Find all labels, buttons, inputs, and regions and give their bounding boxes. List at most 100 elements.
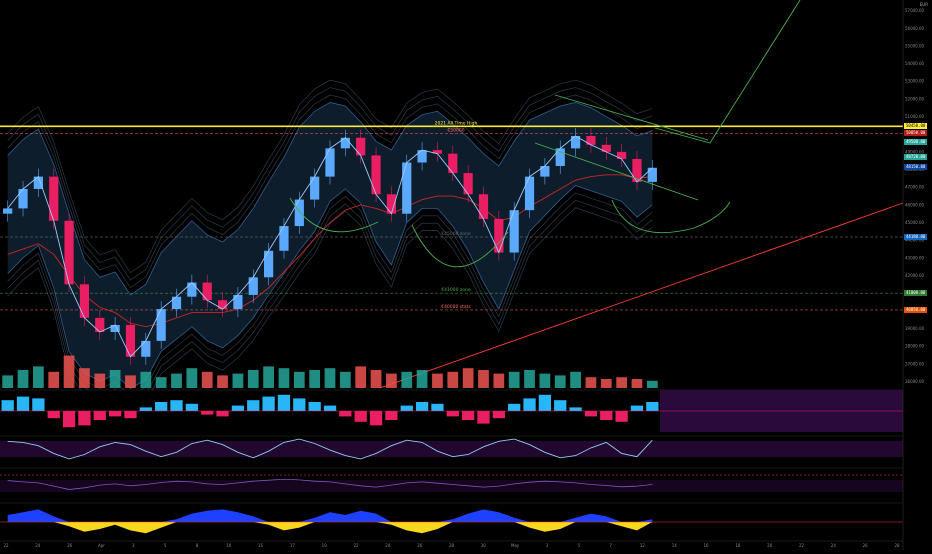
x-tick-label: 26 — [863, 543, 869, 548]
rsi-panel-shade — [0, 480, 903, 492]
candle-body — [540, 166, 550, 177]
volume-bar — [478, 370, 489, 388]
candle-body — [463, 173, 473, 195]
symbol-label: EUR — [919, 2, 928, 7]
volume-bar — [386, 373, 397, 388]
x-tick-label: 22 — [799, 543, 805, 548]
y-tick-label: 51000.00 — [905, 114, 925, 119]
price-badge: 41000.00 — [904, 290, 928, 297]
x-tick-label: 10 — [226, 543, 232, 548]
volume-bar — [263, 366, 274, 388]
macd-hist-bar — [62, 411, 76, 428]
candle-body — [356, 137, 366, 156]
volume-bar — [370, 370, 382, 388]
level-label-2: €45000 zone — [441, 231, 471, 237]
x-tick-label: 24 — [385, 543, 391, 548]
macd-hist-bar — [492, 411, 505, 419]
candle-body — [171, 296, 182, 310]
price-badge: 50050.00 — [904, 130, 928, 137]
y-tick-label: 45000.00 — [905, 220, 925, 225]
macd-hist-bar — [477, 411, 490, 424]
macd-hist-bar — [78, 411, 91, 426]
x-tick-label: 26 — [417, 543, 423, 548]
x-tick-label: 17 — [290, 543, 296, 548]
volume-bar — [585, 377, 597, 388]
price-badge: 48720.00 — [904, 154, 928, 161]
volume-bar — [48, 371, 60, 388]
volume-bar — [94, 373, 106, 388]
volume-bar — [324, 368, 336, 388]
x-tick-label: 20 — [767, 543, 773, 548]
y-tick-label: 55000.00 — [905, 43, 925, 48]
candle-body — [3, 208, 13, 214]
y-tick-label: 39000.00 — [905, 326, 925, 331]
x-tick-label: 24 — [35, 543, 41, 548]
macd-hist-bar — [124, 411, 137, 419]
candle-body — [494, 218, 504, 253]
volume-bar — [2, 375, 14, 388]
price-badge: 49500.00 — [904, 139, 928, 146]
chart-svg[interactable]: 2021 All Time High€50000 €45000 zone €4100… — [0, 0, 932, 550]
y-tick-label: 36000.00 — [905, 379, 925, 384]
macd-hist-bar — [170, 400, 183, 411]
macd-hist-bar — [339, 411, 352, 417]
macd-hist-bar — [554, 400, 567, 411]
x-tick-label: 18 — [735, 543, 741, 548]
macd-hist-bar — [93, 411, 106, 420]
candle-body — [402, 162, 412, 214]
volume-bar — [186, 368, 198, 388]
volume-bar — [646, 380, 658, 388]
macd-hist-bar — [538, 394, 552, 411]
volume-bar — [63, 355, 75, 388]
volume-bar — [416, 370, 428, 388]
macd-hist-bar — [32, 398, 45, 411]
volume-bar — [401, 371, 413, 388]
y-tick-label: 54000.00 — [905, 61, 925, 66]
macd-hist-bar — [600, 411, 613, 420]
y-tick-label: 37000.00 — [905, 361, 925, 366]
price-badge: 44180.00 — [904, 234, 928, 240]
candle-body — [417, 150, 427, 163]
macd-hist-bar — [108, 411, 122, 417]
x-tick-label: 8 — [196, 543, 199, 548]
macd-hist-bar — [323, 405, 337, 411]
candle-body — [294, 199, 304, 227]
oscillator-panel-shade — [0, 441, 903, 457]
volume-bar — [447, 371, 459, 388]
volume-bar — [155, 377, 167, 388]
macd-hist-bar — [508, 403, 521, 411]
x-tick-label: 3 — [546, 543, 549, 548]
top-right-readout: EUR — [920, 2, 928, 7]
volume-bar — [600, 379, 612, 388]
chart-root[interactable]: 2021 All Time High €50000 €45000 zone €4100… — [0, 0, 932, 550]
y-tick-label: 46000.00 — [905, 202, 925, 207]
volume-bar — [293, 371, 305, 388]
macd-hist-bar — [185, 403, 198, 411]
volume-bar — [554, 375, 566, 388]
volume-bar — [171, 373, 182, 388]
volume-bar — [493, 373, 505, 388]
candle-body — [586, 135, 596, 145]
candle-body — [141, 340, 151, 357]
projection-arrow — [654, 0, 801, 144]
x-tick-label: 5 — [164, 543, 167, 548]
macd-hist-bar — [1, 400, 14, 411]
volume-bar — [217, 375, 228, 388]
candle-body — [264, 250, 274, 278]
x-tick-label: 28 — [449, 543, 455, 548]
volume-bar — [33, 366, 44, 388]
macd-hist-bar — [247, 400, 260, 411]
level-label-3: €41000 zone — [441, 287, 471, 293]
volume-bar — [125, 375, 136, 388]
x-tick-label: 12 — [640, 543, 646, 548]
macd-hist-bar — [630, 405, 644, 411]
volume-bar — [79, 368, 90, 388]
x-tick-label: 5 — [578, 543, 581, 548]
candle-body — [279, 226, 289, 251]
level-label-1: €50000 — [447, 127, 464, 133]
macd-hist-bar — [523, 398, 536, 411]
x-tick-label: Apr — [98, 543, 105, 548]
candle-body — [310, 176, 320, 200]
volume-bar — [17, 370, 29, 388]
y-tick-label: 47000.00 — [905, 185, 925, 190]
